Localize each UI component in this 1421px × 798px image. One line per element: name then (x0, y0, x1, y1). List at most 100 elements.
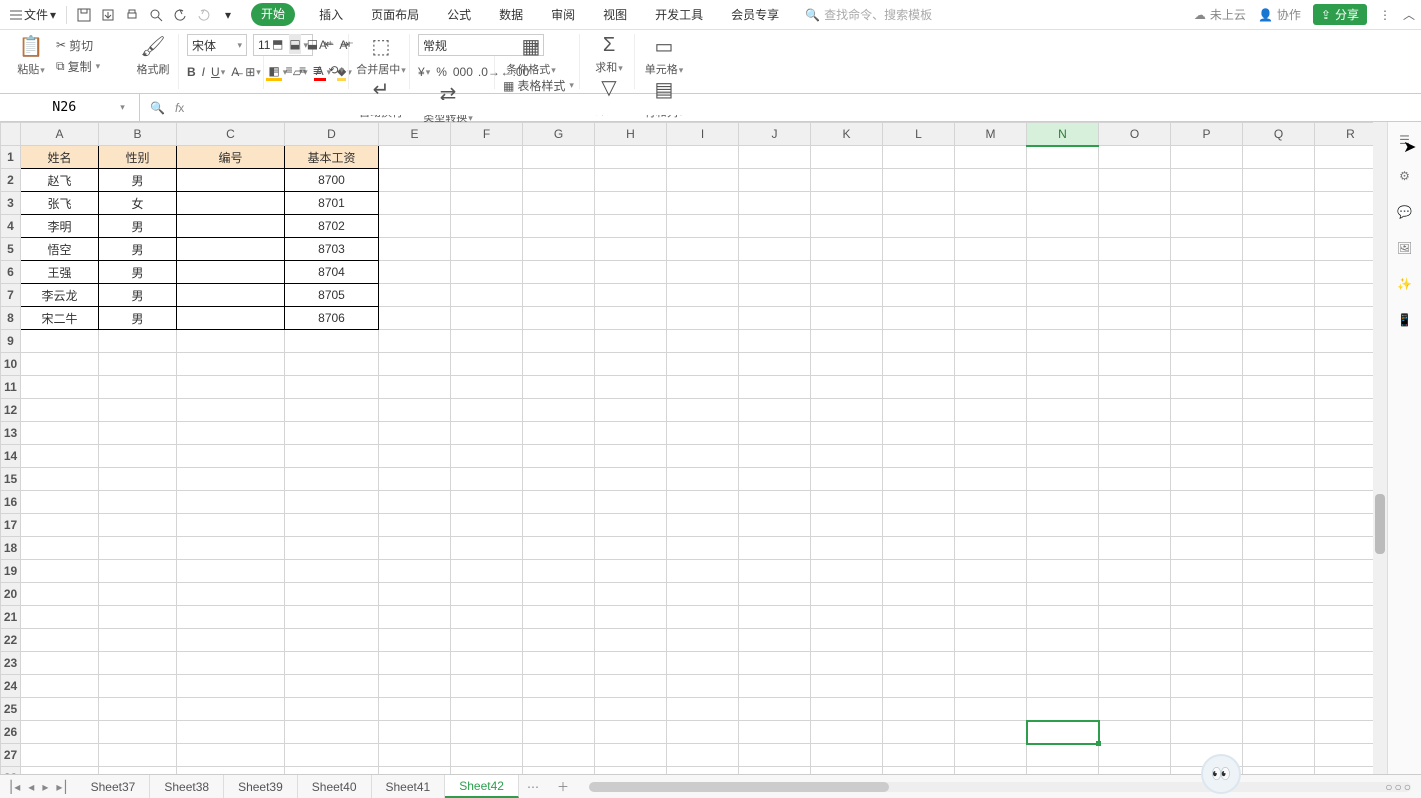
strike-icon[interactable]: A̶ (231, 62, 239, 82)
cell-M4[interactable] (955, 215, 1027, 238)
cell-I26[interactable] (667, 721, 739, 744)
cell-G13[interactable] (523, 422, 595, 445)
cell-Q1[interactable] (1243, 146, 1315, 169)
cell-P9[interactable] (1171, 330, 1243, 353)
italic-icon[interactable]: I (202, 62, 205, 82)
cell-I25[interactable] (667, 698, 739, 721)
cell-L12[interactable] (883, 399, 955, 422)
cell-L5[interactable] (883, 238, 955, 261)
cell-N7[interactable] (1027, 284, 1099, 307)
cell-B27[interactable] (99, 744, 177, 767)
cell-J16[interactable] (739, 491, 811, 514)
cell-E19[interactable] (379, 560, 451, 583)
cell-H13[interactable] (595, 422, 667, 445)
cell-E17[interactable] (379, 514, 451, 537)
cell-O8[interactable] (1099, 307, 1171, 330)
sidepane-device-icon[interactable]: 📱 (1395, 310, 1415, 330)
cell-D20[interactable] (285, 583, 379, 606)
cell-Q11[interactable] (1243, 376, 1315, 399)
share-button[interactable]: ⇪ 分享 (1313, 4, 1367, 25)
cell-G22[interactable] (523, 629, 595, 652)
cell-O14[interactable] (1099, 445, 1171, 468)
cell-J14[interactable] (739, 445, 811, 468)
row-header-27[interactable]: 27 (1, 744, 21, 767)
cell-B17[interactable] (99, 514, 177, 537)
cell-E26[interactable] (379, 721, 451, 744)
cell-O20[interactable] (1099, 583, 1171, 606)
cell-D9[interactable] (285, 330, 379, 353)
cell-A14[interactable] (21, 445, 99, 468)
cell-B2[interactable]: 男 (99, 169, 177, 192)
cell-O10[interactable] (1099, 353, 1171, 376)
cell-D7[interactable]: 8705 (285, 284, 379, 307)
cloud-status[interactable]: ☁ 未上云 (1194, 6, 1246, 23)
cell-O3[interactable] (1099, 192, 1171, 215)
cell-P5[interactable] (1171, 238, 1243, 261)
cell-F25[interactable] (451, 698, 523, 721)
cell-P17[interactable] (1171, 514, 1243, 537)
cell-G4[interactable] (523, 215, 595, 238)
horizontal-scrollbar[interactable] (589, 782, 1411, 792)
scroll-thumb[interactable] (1375, 494, 1385, 554)
cell-E8[interactable] (379, 307, 451, 330)
tab-formula[interactable]: 公式 (443, 3, 475, 26)
col-header-E[interactable]: E (379, 123, 451, 146)
cell-B16[interactable] (99, 491, 177, 514)
cell-Q14[interactable] (1243, 445, 1315, 468)
cell-K28[interactable] (811, 767, 883, 775)
cell-D19[interactable] (285, 560, 379, 583)
cell-Q9[interactable] (1243, 330, 1315, 353)
cell-A26[interactable] (21, 721, 99, 744)
cell-C17[interactable] (177, 514, 285, 537)
tab-next-icon[interactable]: ▸ (42, 780, 48, 794)
cell-F8[interactable] (451, 307, 523, 330)
align-left-icon[interactable]: ≡ (272, 60, 279, 80)
cell-L24[interactable] (883, 675, 955, 698)
cell-E9[interactable] (379, 330, 451, 353)
cell-G7[interactable] (523, 284, 595, 307)
cell-B19[interactable] (99, 560, 177, 583)
vertical-scrollbar[interactable] (1373, 122, 1387, 774)
cell-C19[interactable] (177, 560, 285, 583)
cell-B18[interactable] (99, 537, 177, 560)
cell-F14[interactable] (451, 445, 523, 468)
cell-B14[interactable] (99, 445, 177, 468)
cell-L6[interactable] (883, 261, 955, 284)
cell-L11[interactable] (883, 376, 955, 399)
cell-C27[interactable] (177, 744, 285, 767)
collapse-ribbon-icon[interactable]: ︿ (1403, 6, 1415, 23)
cell-K8[interactable] (811, 307, 883, 330)
cell-M5[interactable] (955, 238, 1027, 261)
row-header-23[interactable]: 23 (1, 652, 21, 675)
orientation-icon[interactable]: ⟲▾ (328, 60, 344, 80)
cell-O5[interactable] (1099, 238, 1171, 261)
cell-J6[interactable] (739, 261, 811, 284)
cell-A8[interactable]: 宋二牛 (21, 307, 99, 330)
cell-C10[interactable] (177, 353, 285, 376)
row-header-8[interactable]: 8 (1, 307, 21, 330)
cell-G16[interactable] (523, 491, 595, 514)
cell-I18[interactable] (667, 537, 739, 560)
tab-dev[interactable]: 开发工具 (651, 3, 707, 26)
cell-F22[interactable] (451, 629, 523, 652)
cell-P21[interactable] (1171, 606, 1243, 629)
bold-icon[interactable]: B (187, 62, 196, 82)
cell-C7[interactable] (177, 284, 285, 307)
cell-H14[interactable] (595, 445, 667, 468)
col-header-P[interactable]: P (1171, 123, 1243, 146)
cell-I8[interactable] (667, 307, 739, 330)
cell-A25[interactable] (21, 698, 99, 721)
col-header-D[interactable]: D (285, 123, 379, 146)
sheet-tab-Sheet39[interactable]: Sheet39 (224, 775, 298, 798)
name-box[interactable]: ▾ (0, 94, 140, 121)
cell-P24[interactable] (1171, 675, 1243, 698)
cell-N15[interactable] (1027, 468, 1099, 491)
cell-D28[interactable] (285, 767, 379, 775)
cell-O19[interactable] (1099, 560, 1171, 583)
cell-I27[interactable] (667, 744, 739, 767)
tab-last-icon[interactable]: ▸⎮ (56, 780, 68, 794)
cell-A7[interactable]: 李云龙 (21, 284, 99, 307)
tab-member[interactable]: 会员专享 (727, 3, 783, 26)
cell-K24[interactable] (811, 675, 883, 698)
align-top-icon[interactable]: ⬒ (272, 34, 283, 54)
